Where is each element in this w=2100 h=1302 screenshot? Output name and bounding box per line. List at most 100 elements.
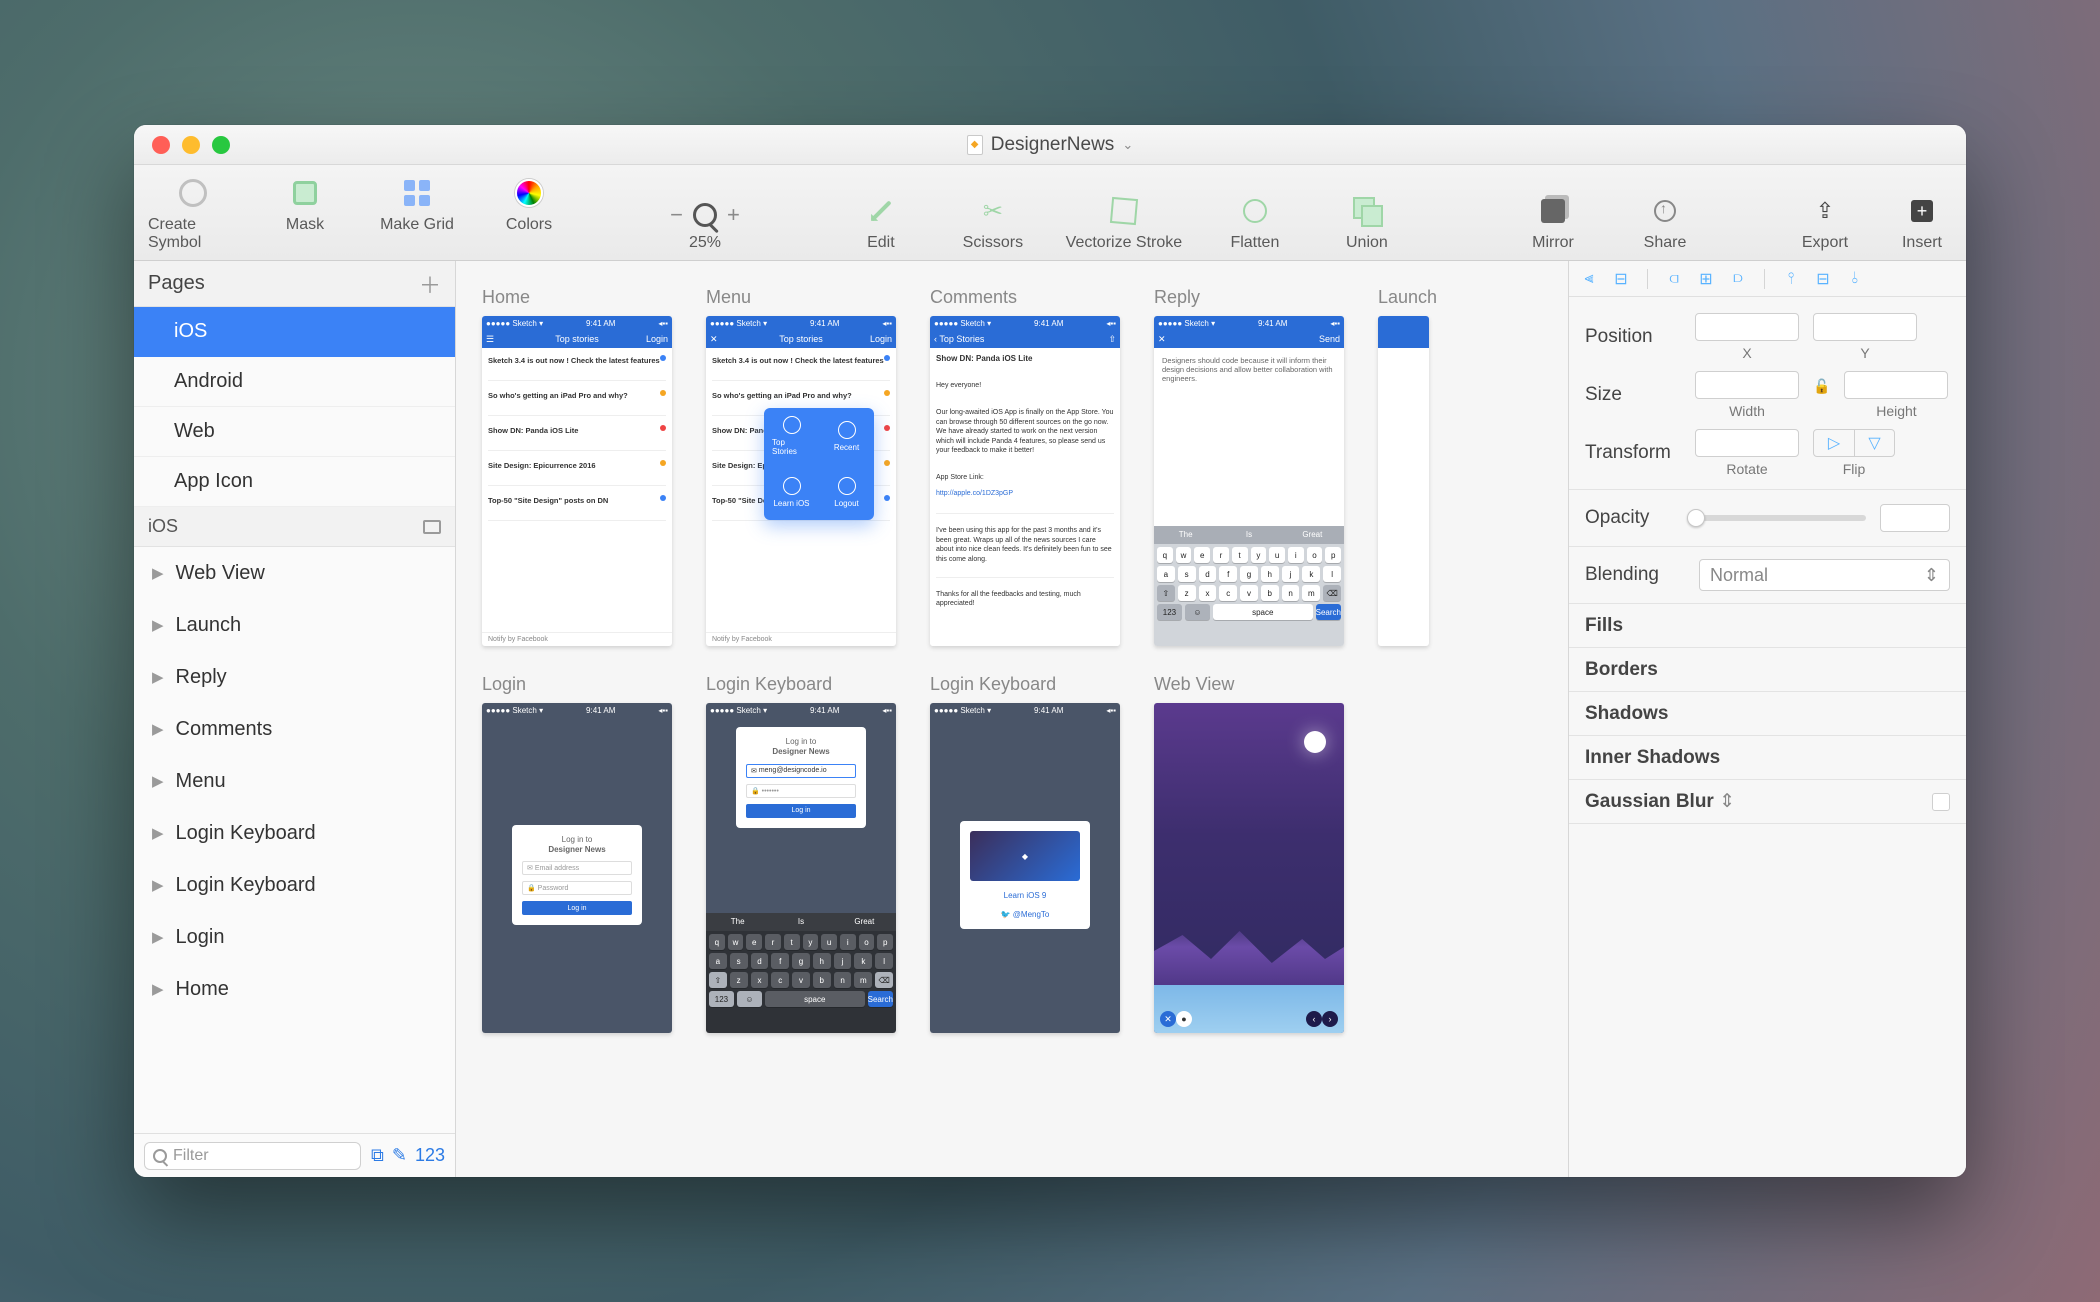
layers-toggle-button[interactable]: ✎ [392,1145,407,1166]
lock-aspect-button[interactable]: 🔓 [1813,378,1830,395]
inspector-section[interactable]: Inner Shadows [1569,736,1966,780]
chevron-right-icon: ▶ [152,824,164,842]
align-center-h-button[interactable]: ⊟ [1609,270,1633,288]
page-item[interactable]: Web [134,407,455,457]
edit-button[interactable]: Edit [836,194,926,252]
artboard-web-view[interactable]: Web View ✕●‹› [1154,674,1344,1033]
magnifier-icon [693,203,717,227]
share-button[interactable]: Share [1620,194,1710,252]
flip-v-button[interactable]: ▽ [1854,430,1894,456]
chevron-right-icon: ▶ [152,980,164,998]
align-right-edges-button[interactable]: ⫐ [1726,270,1750,288]
zoom-level: 25% [689,234,721,252]
artboard-item[interactable]: ▶Reply [134,651,455,703]
document-title[interactable]: DesignerNews ⌄ [134,134,1966,156]
colors-button[interactable]: Colors [484,176,574,252]
section-header[interactable]: iOS [134,507,455,547]
canvas[interactable]: Home ●●●●● Sketch ▾9:41 AM◂▪▪ ☰Top stori… [456,261,1568,1177]
insert-button[interactable]: +Insert [1892,194,1952,252]
grid-icon [404,180,430,206]
align-bottom-button[interactable]: ⫰ [1843,270,1867,288]
mask-icon [293,181,317,205]
rotate-input[interactable] [1695,429,1799,457]
flip-buttons[interactable]: ▷▽ [1813,429,1895,457]
flatten-button[interactable]: Flatten [1210,194,1300,252]
export-button[interactable]: ⇪Export [1780,194,1870,252]
width-input[interactable] [1695,371,1799,399]
share-icon [1654,200,1676,222]
menu-icon: ☰ [486,334,494,345]
sync-icon [179,179,207,207]
artboard-item[interactable]: ▶Home [134,963,455,1015]
vector-icon [1110,197,1138,225]
inspector-section[interactable]: Fills [1569,604,1966,648]
mirror-button[interactable]: Mirror [1508,194,1598,252]
artboard-menu[interactable]: Menu ●●●●● Sketch ▾9:41 AM◂▪▪ ✕Top stori… [706,287,896,646]
make-grid-button[interactable]: Make Grid [372,176,462,252]
artboard-item[interactable]: ▶Comments [134,703,455,755]
align-v-center-button[interactable]: ⊟ [1811,270,1835,288]
page-item[interactable]: App Icon [134,457,455,507]
chevron-right-icon: ▶ [152,564,164,582]
zoom-control[interactable]: − + 25% [670,202,740,252]
scissors-icon: ✂ [976,194,1010,228]
inspector-section[interactable]: Shadows [1569,692,1966,736]
pages-toggle-button[interactable]: ⧉ [371,1145,384,1166]
artboard-launch[interactable]: Launch [1378,287,1568,646]
artboard-item[interactable]: ▶Menu [134,755,455,807]
union-button[interactable]: Union [1322,194,1412,252]
artboard-home[interactable]: Home ●●●●● Sketch ▾9:41 AM◂▪▪ ☰Top stori… [482,287,672,646]
opacity-input[interactable] [1880,504,1950,532]
opacity-slider[interactable] [1687,515,1866,521]
artboard-comments[interactable]: Comments ●●●●● Sketch ▾9:41 AM◂▪▪ ‹ Top … [930,287,1120,646]
document-icon [967,135,983,155]
artboard-item[interactable]: ▶Login Keyboard [134,859,455,911]
layer-count: 123 [415,1145,445,1166]
chevron-right-icon: ▶ [152,616,164,634]
height-input[interactable] [1844,371,1948,399]
blending-select[interactable]: Normal⇕ [1699,559,1950,591]
vectorize-stroke-button[interactable]: Vectorize Stroke [1060,194,1188,252]
inspector-panel: ⫷⊟ ⫏⊞⫐ ⫯⊟⫰ Position X Y Size Width [1568,261,1966,1177]
artboard-reply[interactable]: Reply ●●●●● Sketch ▾9:41 AM◂▪▪ ✕Send Des… [1154,287,1344,646]
zoom-in-button[interactable]: + [727,202,740,228]
union-icon [1353,197,1381,225]
search-icon [153,1149,167,1163]
add-page-button[interactable]: ＋ [419,268,441,300]
inspector-section[interactable]: Gaussian Blur ⇕ [1569,780,1966,824]
create-symbol-button[interactable]: Create Symbol [148,176,238,252]
mask-button[interactable]: Mask [260,176,350,252]
artboard-item[interactable]: ▶Launch [134,599,455,651]
filter-input[interactable]: Filter [144,1142,361,1170]
chevron-right-icon: ▶ [152,928,164,946]
chevron-updown-icon: ⇕ [1924,565,1939,586]
align-left-edges-button[interactable]: ⫏ [1662,270,1686,288]
flip-h-button[interactable]: ▷ [1814,430,1854,456]
chevron-down-icon: ⌄ [1122,137,1133,153]
pencil-icon [870,200,891,221]
artboard-login-keyboard-2[interactable]: Login Keyboard ●●●●● Sketch ▾9:41 AM◂▪▪ … [930,674,1120,1033]
artboard-item[interactable]: ▶Login Keyboard [134,807,455,859]
artboard-login-keyboard-1[interactable]: Login Keyboard ●●●●● Sketch ▾9:41 AM◂▪▪ … [706,674,896,1033]
titlebar: DesignerNews ⌄ [134,125,1966,165]
align-left-button[interactable]: ⫷ [1577,270,1601,288]
page-item[interactable]: Android [134,357,455,407]
scissors-button[interactable]: ✂Scissors [948,194,1038,252]
artboard-item[interactable]: ▶Web View [134,547,455,599]
artboard-login[interactable]: Login ●●●●● Sketch ▾9:41 AM◂▪▪ Log in to… [482,674,672,1033]
chevron-right-icon: ▶ [152,876,164,894]
layers-panel: Pages ＋ iOSAndroidWebApp Icon iOS ▶Web V… [134,261,456,1177]
inspector-section[interactable]: Borders [1569,648,1966,692]
artboard-item[interactable]: ▶Login [134,911,455,963]
blur-checkbox[interactable] [1932,793,1950,811]
pages-header: Pages ＋ [134,261,455,307]
mirror-icon [1541,199,1565,223]
position-x-input[interactable] [1695,313,1799,341]
align-h-center-button[interactable]: ⊞ [1694,270,1718,288]
color-wheel-icon [515,179,543,207]
app-window: DesignerNews ⌄ Create Symbol Mask Make G… [134,125,1966,1177]
page-item[interactable]: iOS [134,307,455,357]
position-y-input[interactable] [1813,313,1917,341]
align-top-button[interactable]: ⫯ [1779,270,1803,288]
zoom-out-button[interactable]: − [670,202,683,228]
